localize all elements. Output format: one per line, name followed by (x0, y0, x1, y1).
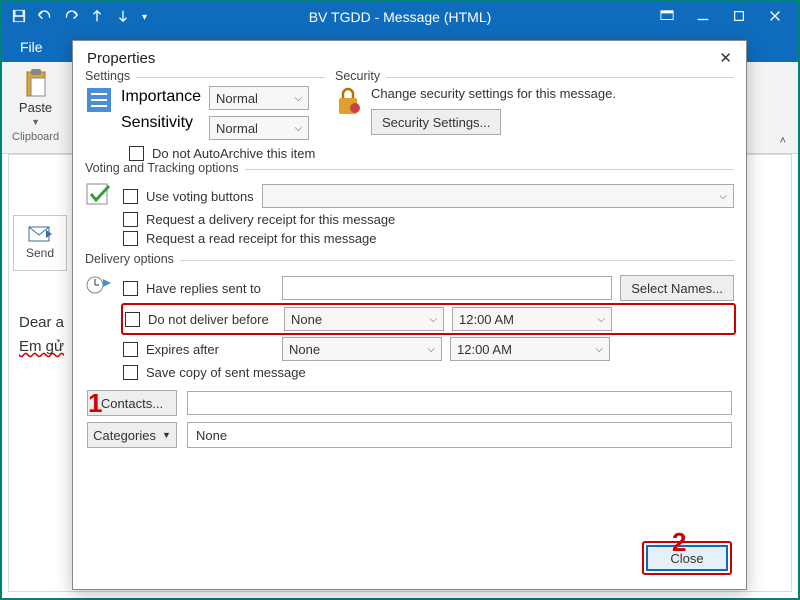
delivery-receipt-label: Request a delivery receipt for this mess… (146, 212, 395, 227)
importance-label: Importance (121, 88, 201, 106)
settings-list-icon (85, 86, 113, 114)
expires-date-combo[interactable]: None⌵ (282, 337, 442, 361)
close-button[interactable]: Close (646, 545, 728, 571)
no-deliver-before-label: Do not deliver before (148, 312, 276, 327)
delivery-receipt-checkbox[interactable] (123, 212, 138, 227)
qat-more-icon[interactable]: ▾ (142, 12, 147, 23)
arrow-up-icon[interactable] (90, 9, 104, 26)
sensitivity-combo[interactable]: Normal⌵ (209, 116, 309, 140)
ribbon-display-icon[interactable] (660, 9, 674, 26)
expires-after-checkbox[interactable] (123, 342, 138, 357)
lock-icon (335, 86, 361, 116)
security-group-label: Security (335, 69, 386, 83)
categories-button[interactable]: Categories▼ (87, 422, 177, 448)
dialog-title: Properties (87, 50, 155, 67)
voting-buttons-combo[interactable]: ⌵ (262, 184, 734, 208)
use-voting-checkbox[interactable] (123, 189, 138, 204)
read-receipt-label: Request a read receipt for this message (146, 231, 377, 246)
have-replies-input[interactable] (282, 276, 612, 300)
read-receipt-checkbox[interactable] (123, 231, 138, 246)
no-deliver-before-checkbox[interactable] (125, 312, 140, 327)
expires-time-combo[interactable]: 12:00 AM⌵ (450, 337, 610, 361)
use-voting-label: Use voting buttons (146, 189, 254, 204)
have-replies-checkbox[interactable] (123, 281, 138, 296)
maximize-icon[interactable] (732, 9, 746, 26)
voting-group-label: Voting and Tracking options (85, 161, 245, 175)
security-settings-button[interactable]: Security Settings... (371, 109, 501, 135)
send-label: Send (26, 246, 54, 260)
chevron-down-icon: ▼ (162, 430, 171, 440)
minimize-icon[interactable] (696, 9, 710, 26)
contacts-input[interactable] (187, 391, 732, 415)
select-names-button[interactable]: Select Names... (620, 275, 734, 301)
properties-dialog: Properties ✕ Settings Importance Sensiti… (72, 40, 747, 590)
save-copy-label: Save copy of sent message (146, 365, 306, 380)
delivery-icon (85, 271, 113, 299)
save-copy-checkbox[interactable] (123, 365, 138, 380)
file-tab[interactable]: File (20, 39, 43, 55)
chevron-down-icon: ▼ (31, 117, 40, 127)
sensitivity-label: Sensitivity (121, 114, 201, 132)
send-button[interactable]: Send (13, 215, 67, 271)
arrow-down-icon[interactable] (116, 9, 130, 26)
no-autoarchive-label: Do not AutoArchive this item (152, 146, 315, 161)
expires-after-label: Expires after (146, 342, 274, 357)
categories-value[interactable]: None (187, 422, 732, 448)
paste-label: Paste (19, 100, 52, 115)
redo-icon[interactable] (64, 9, 78, 26)
voting-icon (85, 180, 113, 208)
collapse-ribbon-icon[interactable]: ˄ (780, 135, 786, 147)
annotation-marker-2: 2 (672, 527, 686, 558)
importance-combo[interactable]: Normal⌵ (209, 86, 309, 110)
dialog-close-icon[interactable]: ✕ (719, 49, 732, 67)
no-deliver-time-combo[interactable]: 12:00 AM⌵ (452, 307, 612, 331)
have-replies-label: Have replies sent to (146, 281, 274, 296)
paste-button[interactable]: Paste ▼ (19, 68, 52, 127)
undo-icon[interactable] (38, 9, 52, 26)
save-icon[interactable] (12, 9, 26, 26)
clipboard-label: Clipboard (12, 131, 59, 143)
no-autoarchive-checkbox[interactable] (129, 146, 144, 161)
close-icon[interactable] (768, 9, 782, 26)
delivery-group-label: Delivery options (85, 252, 180, 266)
annotation-marker-1: 1 (88, 388, 102, 419)
security-desc: Change security settings for this messag… (371, 86, 616, 101)
no-deliver-date-combo[interactable]: None⌵ (284, 307, 444, 331)
settings-group-label: Settings (85, 69, 136, 83)
